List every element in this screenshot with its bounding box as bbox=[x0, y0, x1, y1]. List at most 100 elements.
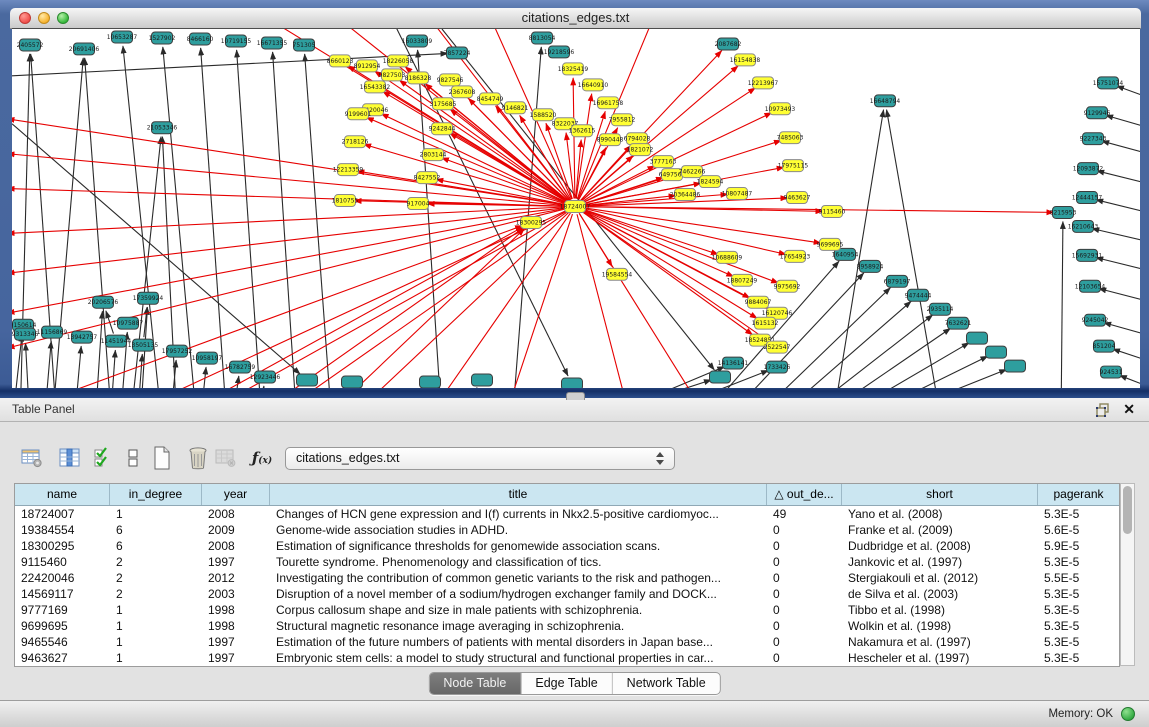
graph-edge bbox=[110, 350, 115, 388]
table-source-select[interactable]: citations_edges.txt bbox=[285, 447, 675, 470]
graph-node-label: 19584554 bbox=[602, 271, 633, 278]
select-arrows-icon bbox=[656, 452, 665, 465]
table-cell: Dudbridge et al. (2008) bbox=[842, 538, 1038, 554]
network-window-titlebar[interactable]: citations_edges.txt bbox=[10, 8, 1141, 29]
tab-network-table[interactable]: Network Table bbox=[612, 673, 720, 694]
graph-node-label: 9474444 bbox=[905, 292, 932, 299]
table-settings-icon[interactable] bbox=[16, 442, 48, 474]
graph-node-label: 1733426 bbox=[764, 364, 791, 371]
table-row[interactable]: 969969511998Structural magnetic resonanc… bbox=[15, 618, 1119, 634]
table-cell: 5.3E-5 bbox=[1038, 506, 1119, 522]
table-cell: 2009 bbox=[202, 522, 270, 538]
select-all-checks-icon[interactable] bbox=[86, 442, 118, 474]
column-header-year[interactable]: year bbox=[202, 484, 270, 505]
graph-node-label: 1588520 bbox=[530, 112, 557, 119]
graph-node[interactable] bbox=[710, 371, 731, 383]
table-cell: 1997 bbox=[202, 650, 270, 666]
table-row[interactable]: 911546021997Tourette syndrome. Phenomeno… bbox=[15, 554, 1119, 570]
table-tabs: Node Table Edge Table Network Table bbox=[428, 672, 720, 695]
table-cell: 18300295 bbox=[15, 538, 110, 554]
column-header-out_de[interactable]: △ out_de... bbox=[767, 484, 842, 505]
column-header-short[interactable]: short bbox=[842, 484, 1038, 505]
graph-node-label: 17359924 bbox=[133, 295, 164, 302]
graph-node-label: 9313346 bbox=[12, 331, 39, 338]
table-cell: 1 bbox=[110, 650, 202, 666]
graph-node-label: 917004 bbox=[407, 201, 430, 208]
new-document-icon[interactable] bbox=[146, 442, 178, 474]
graph-node-label: 9115460 bbox=[819, 208, 846, 215]
column-header-in_degree[interactable]: in_degree bbox=[110, 484, 202, 505]
table-cell: 2 bbox=[110, 586, 202, 602]
table-cell: 1 bbox=[110, 634, 202, 650]
table-row[interactable]: 2242004622012Investigating the contribut… bbox=[15, 570, 1119, 586]
graph-node-label: 2087682 bbox=[715, 41, 742, 48]
tab-edge-table[interactable]: Edge Table bbox=[520, 673, 611, 694]
column-header-title[interactable]: title bbox=[270, 484, 767, 505]
graph-node-label: 6794028 bbox=[624, 136, 651, 143]
float-panel-icon[interactable] bbox=[1096, 402, 1111, 417]
delete-table-icon bbox=[210, 442, 242, 474]
graph-node[interactable] bbox=[297, 374, 318, 386]
graph-edge bbox=[627, 370, 769, 388]
tab-node-table[interactable]: Node Table bbox=[429, 673, 520, 694]
graph-node-label: 1640954 bbox=[832, 251, 859, 258]
close-panel-icon[interactable]: ✕ bbox=[1123, 400, 1135, 419]
network-canvas[interactable]: 2405572206914061065328715279028466160107… bbox=[12, 28, 1140, 388]
graph-edge bbox=[1096, 200, 1140, 214]
graph-node-label: 7955812 bbox=[609, 117, 636, 124]
table-cell: Nakamura et al. (1997) bbox=[842, 634, 1038, 650]
table-row[interactable]: 1456911722003Disruption of a novel membe… bbox=[15, 586, 1119, 602]
graph-node-label: 16033809 bbox=[402, 38, 433, 45]
graph-node[interactable] bbox=[967, 332, 988, 344]
column-header-name[interactable]: name bbox=[15, 484, 110, 505]
table-scrollbar[interactable] bbox=[1120, 483, 1135, 666]
table-cell: Disruption of a novel member of a sodium… bbox=[270, 586, 767, 602]
graph-edge bbox=[366, 117, 567, 203]
graph-node-label: 16782759 bbox=[225, 364, 256, 371]
table-row[interactable]: 946362711997Embryonic stem cells: a mode… bbox=[15, 650, 1119, 666]
scrollbar-thumb[interactable] bbox=[1123, 486, 1132, 534]
table-column-icon[interactable] bbox=[54, 442, 86, 474]
table-row[interactable]: 1872400712008Changes of HCN gene express… bbox=[15, 506, 1119, 522]
table-cell: 5.3E-5 bbox=[1038, 618, 1119, 634]
node-table: namein_degreeyeartitle△ out_de...shortpa… bbox=[14, 483, 1120, 667]
table-row[interactable]: 1830029562008Estimation of significance … bbox=[15, 538, 1119, 554]
graph-node-label: 20206576 bbox=[88, 299, 119, 306]
table-cell: 9463627 bbox=[15, 650, 110, 666]
graph-node-label: 10807487 bbox=[722, 191, 753, 198]
graph-node[interactable] bbox=[986, 346, 1007, 358]
status-bar: Memory: OK bbox=[0, 700, 1149, 727]
graph-node-label: 8912954 bbox=[354, 63, 381, 70]
graph-node[interactable] bbox=[472, 374, 493, 386]
graph-node-label: 19218596 bbox=[544, 49, 575, 56]
table-cell: Tibbo et al. (1998) bbox=[842, 602, 1038, 618]
graph-edge bbox=[1061, 221, 1063, 388]
citation-network-graph: 2405572206914061065328715279028466160107… bbox=[12, 29, 1140, 388]
graph-node[interactable] bbox=[342, 376, 363, 388]
graph-node-label: 16671355 bbox=[257, 40, 288, 47]
function-builder-icon[interactable]: ƒ(x) bbox=[246, 442, 278, 474]
graph-node-label: 18325419 bbox=[558, 66, 589, 73]
graph-node[interactable] bbox=[420, 376, 441, 388]
graph-node-label: 11156869 bbox=[37, 329, 68, 336]
table-cell: 0 bbox=[767, 602, 842, 618]
row-height-icon[interactable] bbox=[117, 442, 149, 474]
graph-node[interactable] bbox=[562, 378, 583, 388]
graph-edge bbox=[137, 354, 142, 388]
graph-node-label: 851204 bbox=[1093, 343, 1116, 350]
column-header-pagerank[interactable]: pagerank bbox=[1038, 484, 1119, 505]
graph-node[interactable] bbox=[1005, 360, 1026, 372]
graph-node-label: 18807249 bbox=[727, 277, 758, 284]
table-row[interactable]: 1938455462009Genome-wide association stu… bbox=[15, 522, 1119, 538]
table-row[interactable]: 977716911998Corpus callosum shape and si… bbox=[15, 602, 1119, 618]
graph-node-label: 13942757 bbox=[67, 334, 98, 341]
table-cell: 0 bbox=[767, 634, 842, 650]
table-row[interactable]: 946554611997Estimation of the future num… bbox=[15, 634, 1119, 650]
graph-node-label: 2935114 bbox=[927, 306, 954, 313]
panel-divider-grip[interactable] bbox=[566, 392, 585, 400]
graph-node-label: 12093872 bbox=[1073, 166, 1104, 173]
window-title: citations_edges.txt bbox=[10, 8, 1141, 28]
table-cell: Structural magnetic resonance image aver… bbox=[270, 618, 767, 634]
graph-edge bbox=[1116, 86, 1140, 99]
graph-node-label: 2718126 bbox=[342, 139, 369, 146]
